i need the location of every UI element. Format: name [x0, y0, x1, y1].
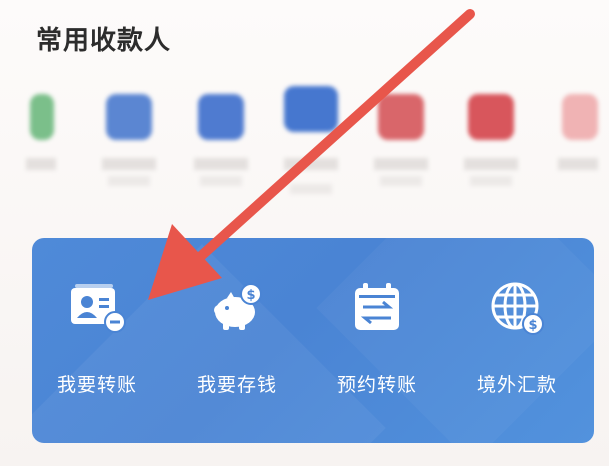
overseas-remittance-button[interactable]: $ 境外汇款 [452, 278, 582, 418]
payee-item[interactable] [456, 80, 526, 205]
deposit-button[interactable]: $ 我要存钱 [172, 278, 302, 418]
avatar [378, 94, 424, 140]
avatar [198, 94, 244, 140]
svg-text:$: $ [528, 318, 537, 333]
deposit-label: 我要存钱 [196, 374, 277, 396]
scheduled-transfer-button[interactable]: 预约转账 [312, 278, 442, 418]
globe-remittance-icon: $ [491, 282, 544, 335]
page: 常用收款人 我要转账 $ 我要存钱 预约转账 $ 境外汇款 [0, 0, 609, 466]
scheduled-transfer-label: 预约转账 [336, 374, 417, 396]
payee-item[interactable] [276, 80, 346, 205]
services-card: 我要转账 $ 我要存钱 预约转账 $ 境外汇款 [32, 238, 594, 443]
avatar [284, 86, 338, 132]
avatar [30, 94, 54, 140]
transfer-label: 我要转账 [56, 374, 137, 396]
avatar [562, 94, 598, 140]
frequent-payee-list [0, 80, 609, 210]
payee-item[interactable] [366, 80, 436, 205]
section-title: 常用收款人 [36, 26, 172, 56]
payee-item[interactable] [94, 80, 164, 205]
avatar [106, 94, 152, 140]
overseas-remittance-label: 境外汇款 [476, 374, 557, 396]
svg-text:$: $ [246, 288, 255, 303]
scheduled-transfer-icon [355, 283, 399, 330]
piggy-bank-icon: $ [214, 283, 262, 330]
transfer-card-icon [71, 284, 126, 333]
payee-item[interactable] [550, 80, 609, 205]
payee-item[interactable] [10, 80, 80, 205]
transfer-button[interactable]: 我要转账 [32, 278, 162, 418]
avatar [468, 94, 514, 140]
payee-item[interactable] [186, 80, 256, 205]
